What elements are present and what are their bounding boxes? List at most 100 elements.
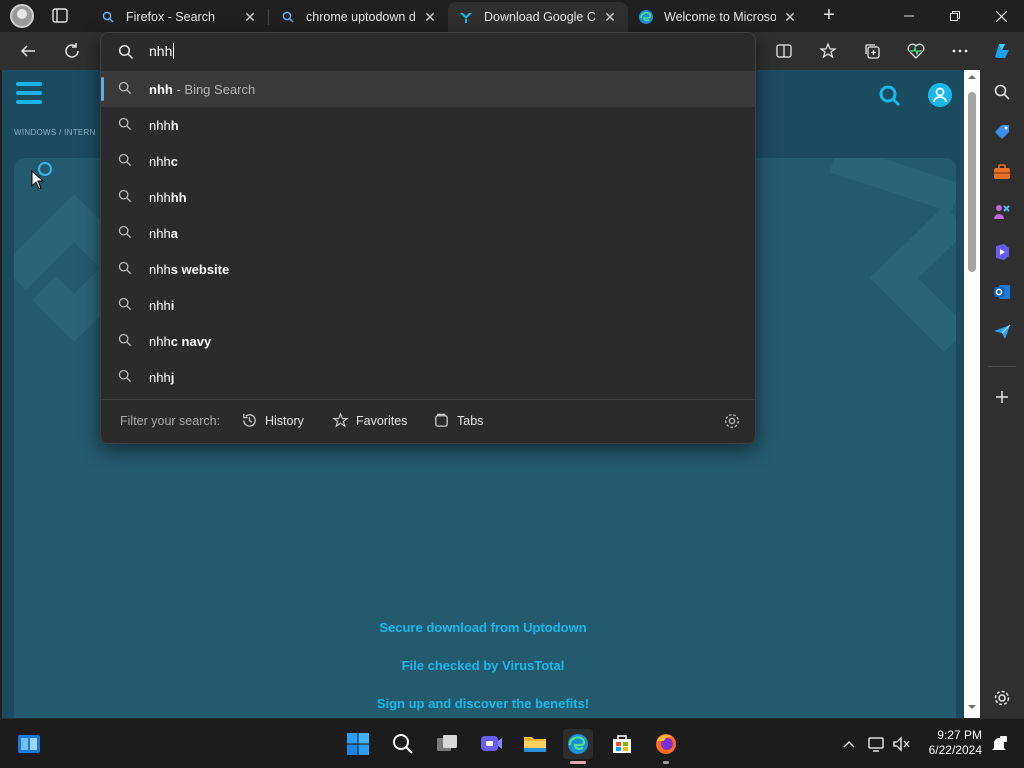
task-view-icon[interactable]: [432, 729, 462, 759]
games-icon[interactable]: [990, 200, 1014, 224]
new-tab-button[interactable]: +: [817, 4, 841, 28]
page-scrollbar[interactable]: [964, 70, 980, 718]
search-icon: [118, 153, 132, 170]
suggestion-prefix: nhh: [149, 298, 171, 313]
search-icon: [118, 369, 132, 386]
virustotal-link[interactable]: File checked by VirusTotal: [2, 658, 964, 673]
refresh-icon[interactable]: [60, 39, 84, 63]
tab-divider: [268, 9, 269, 25]
tab-chrome-uptodown[interactable]: chrome uptodown download ✕: [270, 2, 448, 32]
close-tab-icon[interactable]: ✕: [602, 9, 618, 26]
edge-taskbar-icon[interactable]: [563, 729, 593, 759]
close-window-icon[interactable]: [978, 0, 1024, 32]
microsoft-store-icon[interactable]: [607, 729, 637, 759]
search-icon: [100, 9, 116, 25]
suggestion-prefix: nhh: [149, 334, 171, 349]
text-caret: [173, 43, 175, 59]
restore-icon[interactable]: [932, 0, 978, 32]
close-tab-icon[interactable]: ✕: [782, 9, 798, 26]
search-icon: [118, 117, 132, 134]
suggestion-hint: - Bing Search: [176, 82, 256, 97]
mouse-cursor-icon: [31, 169, 45, 195]
close-tab-icon[interactable]: ✕: [422, 9, 438, 26]
add-sidebar-app-icon[interactable]: [990, 385, 1014, 409]
suggestion-item[interactable]: nhha: [101, 215, 755, 251]
address-input[interactable]: nhh: [149, 43, 175, 59]
taskbar-search-icon[interactable]: [388, 729, 418, 759]
uptodown-icon: [458, 9, 474, 25]
close-tab-icon[interactable]: ✕: [242, 9, 258, 26]
tools-briefcase-icon[interactable]: [990, 160, 1014, 184]
breadcrumb[interactable]: WINDOWS / INTERN: [14, 128, 96, 137]
suggestion-completion: j: [170, 370, 175, 385]
start-menu-icon[interactable]: [343, 729, 373, 759]
widgets-icon[interactable]: [14, 729, 44, 759]
tab-actions-icon[interactable]: [48, 6, 72, 26]
clock-time: 9:27 PM: [937, 728, 982, 742]
split-screen-icon[interactable]: [772, 39, 796, 63]
search-icon: [118, 261, 132, 278]
search-icon: [118, 225, 132, 242]
sidebar-divider: [988, 366, 1016, 367]
microsoft-365-icon[interactable]: [990, 240, 1014, 264]
browser-essentials-icon[interactable]: [904, 39, 928, 63]
secure-download-link[interactable]: Secure download from Uptodown: [2, 620, 964, 635]
signup-link[interactable]: Sign up and discover the benefits!: [2, 696, 964, 711]
suggestion-item[interactable]: nhhc navy: [101, 323, 755, 359]
address-bar-dropdown: nhh nhh - Bing Search nhhh nhhc nhhhh nh…: [100, 32, 756, 444]
suggestion-completion: c: [170, 154, 178, 169]
file-explorer-icon[interactable]: [520, 729, 550, 759]
more-options-icon[interactable]: [948, 39, 972, 63]
minimize-icon[interactable]: [886, 0, 932, 32]
meet-chat-icon[interactable]: [476, 729, 506, 759]
site-search-icon[interactable]: [878, 84, 902, 113]
suggestion-completion: s website: [170, 262, 230, 277]
suggestion-item[interactable]: nhhh: [101, 107, 755, 143]
tab-download-chrome[interactable]: Download Google Chrome ✕: [448, 2, 628, 32]
notifications-icon[interactable]: [984, 729, 1014, 759]
suggestion-item[interactable]: nhhc: [101, 143, 755, 179]
back-icon[interactable]: [16, 39, 40, 63]
active-app-indicator: [570, 761, 586, 764]
shopping-tag-icon[interactable]: [990, 120, 1014, 144]
scroll-down-icon[interactable]: [964, 702, 980, 712]
suggestion-prefix: nhh: [149, 190, 171, 205]
favorites-star-icon[interactable]: [816, 39, 840, 63]
tab-welcome-edge[interactable]: Welcome to Microsoft Edge ✕: [628, 2, 808, 32]
outlook-icon[interactable]: [990, 280, 1014, 304]
sidebar-settings-icon[interactable]: [990, 686, 1014, 710]
scrollbar-thumb[interactable]: [968, 92, 976, 272]
suggestion-item[interactable]: nhhs website: [101, 251, 755, 287]
filter-favorites-button[interactable]: Favorites: [332, 412, 407, 429]
tab-firefox-search[interactable]: Firefox - Search ✕: [90, 2, 268, 32]
filter-tabs-button[interactable]: Tabs: [433, 412, 483, 429]
suggestion-item[interactable]: nhh - Bing Search: [101, 71, 755, 107]
search-icon: [118, 81, 132, 98]
profile-avatar[interactable]: [10, 4, 34, 28]
running-app-indicator: [663, 761, 669, 764]
system-clock[interactable]: 9:27 PM 6/22/2024: [918, 728, 982, 758]
suggestion-item[interactable]: nhhj: [101, 359, 755, 395]
title-bar: Firefox - Search ✕ chrome uptodown downl…: [0, 0, 1024, 32]
firefox-icon[interactable]: [651, 729, 681, 759]
search-icon: [118, 44, 134, 65]
screen: Firefox - Search ✕ chrome uptodown downl…: [0, 0, 1024, 768]
volume-muted-icon[interactable]: [886, 729, 916, 759]
show-hidden-icons-chevron-icon[interactable]: [834, 729, 864, 759]
user-account-icon[interactable]: [928, 83, 952, 107]
sidebar-search-icon[interactable]: [990, 80, 1014, 104]
filter-history-button[interactable]: History: [241, 412, 304, 429]
copilot-icon[interactable]: [990, 39, 1014, 63]
search-settings-gear-icon[interactable]: [723, 412, 741, 435]
drop-send-icon[interactable]: [990, 320, 1014, 344]
address-bar[interactable]: nhh: [101, 33, 755, 71]
menu-icon[interactable]: [16, 82, 42, 108]
filter-favorites-label: Favorites: [356, 413, 408, 428]
suggestion-item[interactable]: nhhhh: [101, 179, 755, 215]
collections-icon[interactable]: [860, 39, 884, 63]
tab-title: Download Google Chrome: [484, 10, 596, 24]
search-icon: [118, 189, 132, 206]
filter-tabs-label: Tabs: [457, 413, 484, 428]
suggestion-item[interactable]: nhhi: [101, 287, 755, 323]
scroll-up-icon[interactable]: [964, 72, 980, 82]
